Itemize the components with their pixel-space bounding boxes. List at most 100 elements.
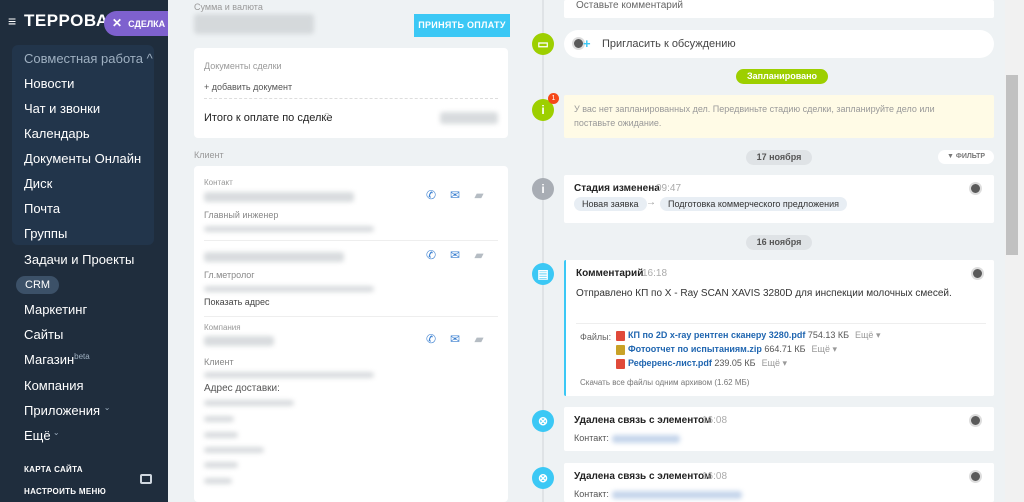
- company-name[interactable]: [204, 336, 274, 346]
- phone-icon[interactable]: ✆: [424, 188, 438, 202]
- add-user-icon[interactable]: +: [583, 36, 591, 51]
- chat-icon[interactable]: ▰: [472, 188, 486, 202]
- delivery-address-label: Адрес доставки:: [204, 383, 280, 394]
- invite-icon: ▭: [532, 33, 554, 55]
- nav-item-shop[interactable]: Магазинbeta: [24, 352, 90, 367]
- scrollbar-thumb[interactable]: [1006, 75, 1018, 255]
- close-deal-pill[interactable]: ✕ СДЕЛКА: [104, 11, 168, 36]
- chevron-down-icon: ▾: [832, 344, 837, 354]
- nav-item-docs-online[interactable]: Документы Онлайн: [24, 151, 141, 166]
- file-more-link[interactable]: Ещё ▾: [812, 344, 837, 354]
- sum-value: [194, 14, 314, 34]
- filter-label: ФИЛЬТР: [955, 153, 986, 160]
- brand-name[interactable]: ТЕРРОВАК: [24, 11, 114, 31]
- nav-item-groups[interactable]: Группы: [24, 226, 67, 241]
- download-all-link[interactable]: Скачать все файлы одним архивом (1.62 МБ…: [580, 378, 749, 387]
- nav-item-sites[interactable]: Сайты: [24, 327, 63, 342]
- file-name[interactable]: КП по 2D x-ray рентген сканеру 3280.pdf: [628, 330, 805, 340]
- docs-label: Документы сделки: [204, 61, 282, 71]
- filter-button[interactable]: ▼ ФИЛЬТР: [938, 150, 994, 164]
- contact-link[interactable]: [612, 435, 680, 443]
- nav-item-more[interactable]: Ещё ⌄: [24, 428, 60, 443]
- file-more-label: Ещё: [855, 330, 874, 340]
- avatar: [969, 182, 982, 195]
- menu-icon[interactable]: ≡: [8, 14, 20, 28]
- no-tasks-text: У вас нет запланированных дел. Передвинь…: [574, 104, 935, 128]
- divider: [204, 316, 498, 317]
- file-more-label: Ещё: [761, 358, 780, 368]
- address-line: [204, 478, 232, 484]
- nav-item-shop-label: Магазин: [24, 352, 75, 367]
- mail-icon[interactable]: ✉: [448, 332, 462, 346]
- documents-card: Документы сделки + добавить документ Ито…: [194, 48, 508, 138]
- contact-label: Контакт: [204, 178, 233, 187]
- invite-box[interactable]: + Пригласить к обсуждению: [564, 30, 994, 58]
- file-item[interactable]: КП по 2D x-ray рентген сканеру 3280.pdf …: [616, 330, 880, 341]
- nav-item-chat[interactable]: Чат и звонки: [24, 101, 100, 116]
- nav-item-news[interactable]: Новости: [24, 76, 74, 91]
- chat-icon[interactable]: ▰: [472, 332, 486, 346]
- stage-from-tag: Новая заявка: [574, 197, 647, 211]
- filter-icon: ▼: [946, 153, 956, 160]
- sitemap-link[interactable]: КАРТА САЙТА: [24, 465, 83, 474]
- contact1-name[interactable]: [204, 192, 354, 202]
- files-label: Файлы:: [580, 332, 612, 342]
- add-document-link[interactable]: + добавить документ: [204, 82, 292, 92]
- phone-icon[interactable]: ✆: [424, 332, 438, 346]
- nav-item-tasks[interactable]: Задачи и Проекты: [24, 252, 134, 267]
- removed-time: 16:08: [702, 471, 728, 482]
- nav-item-disk[interactable]: Диск: [24, 176, 52, 191]
- removed-link-card: Удалена связь с элементом 16:08 Контакт:: [564, 463, 994, 502]
- nav-item-crm[interactable]: CRM: [16, 276, 60, 294]
- zip-icon: [616, 344, 625, 355]
- comment-box[interactable]: Оставьте комментарий: [564, 0, 994, 18]
- show-address-link[interactable]: Показать адрес: [204, 297, 270, 307]
- mail-icon[interactable]: ✉: [448, 248, 462, 262]
- nav-item-company[interactable]: Компания: [24, 378, 84, 393]
- comment-text: Отправлено КП по X - Ray SCAN XAVIS 3280…: [576, 288, 952, 299]
- chat-icon[interactable]: ▰: [472, 248, 486, 262]
- pdf-icon: [616, 358, 625, 369]
- file-more-link[interactable]: Ещё ▾: [762, 358, 787, 368]
- file-item[interactable]: Референс-лист.pdf 239.05 КБ Ещё ▾: [616, 358, 787, 369]
- avatar: [969, 470, 982, 483]
- nav-item-apps[interactable]: Приложения ⌄: [24, 403, 110, 418]
- chevron-down-icon: ⌄: [103, 403, 111, 412]
- removed-time: 16:08: [702, 415, 728, 426]
- print-icon[interactable]: [140, 474, 152, 484]
- nav-group-title[interactable]: Совместная работа ^: [24, 51, 153, 66]
- configure-menu-link[interactable]: НАСТРОИТЬ МЕНЮ: [24, 487, 106, 496]
- accept-payment-button[interactable]: ПРИНЯТЬ ОПЛАТУ: [414, 14, 510, 37]
- address-line: [204, 416, 234, 422]
- close-icon[interactable]: ✕: [112, 16, 122, 30]
- client-card: Контакт Главный инженер ✆ ✉ ▰ Гл.метроло…: [194, 166, 508, 502]
- nav-group-title-label: Совместная работа: [24, 51, 143, 66]
- file-item[interactable]: Фотоотчет по испытаниям.zip 664.71 КБ Ещё…: [616, 344, 837, 355]
- contact2-details: [204, 286, 374, 292]
- nav-item-more-label: Ещё: [24, 428, 51, 443]
- notification-count: 1: [548, 93, 559, 104]
- avatar: [971, 267, 984, 280]
- phone-icon[interactable]: ✆: [424, 248, 438, 262]
- company-details: [204, 372, 374, 378]
- file-name[interactable]: Фотоотчет по испытаниям.zip: [628, 344, 762, 354]
- stage-time: 09:47: [656, 183, 682, 194]
- contact-link[interactable]: [612, 491, 742, 499]
- file-size: 664.71 КБ: [764, 344, 806, 354]
- stage-title: Стадия изменена: [574, 183, 660, 194]
- arrow-right-icon: →: [646, 197, 656, 208]
- sum-label: Сумма и валюта: [194, 2, 263, 12]
- nav-item-calendar[interactable]: Календарь: [24, 126, 90, 141]
- chevron-up-icon: ^: [146, 51, 153, 66]
- mail-icon[interactable]: ✉: [448, 188, 462, 202]
- contact1-details: [204, 226, 374, 232]
- file-more-link[interactable]: Ещё ▾: [855, 330, 880, 340]
- contact-label: Контакт:: [574, 433, 609, 443]
- file-name[interactable]: Референс-лист.pdf: [628, 358, 712, 368]
- help-icon[interactable]: ?: [324, 112, 330, 123]
- nav-item-marketing[interactable]: Маркетинг: [24, 302, 87, 317]
- contact2-name[interactable]: [204, 252, 344, 262]
- contact1-position: Главный инженер: [204, 210, 279, 220]
- nav-item-mail[interactable]: Почта: [24, 201, 60, 216]
- invite-label: Пригласить к обсуждению: [602, 38, 736, 50]
